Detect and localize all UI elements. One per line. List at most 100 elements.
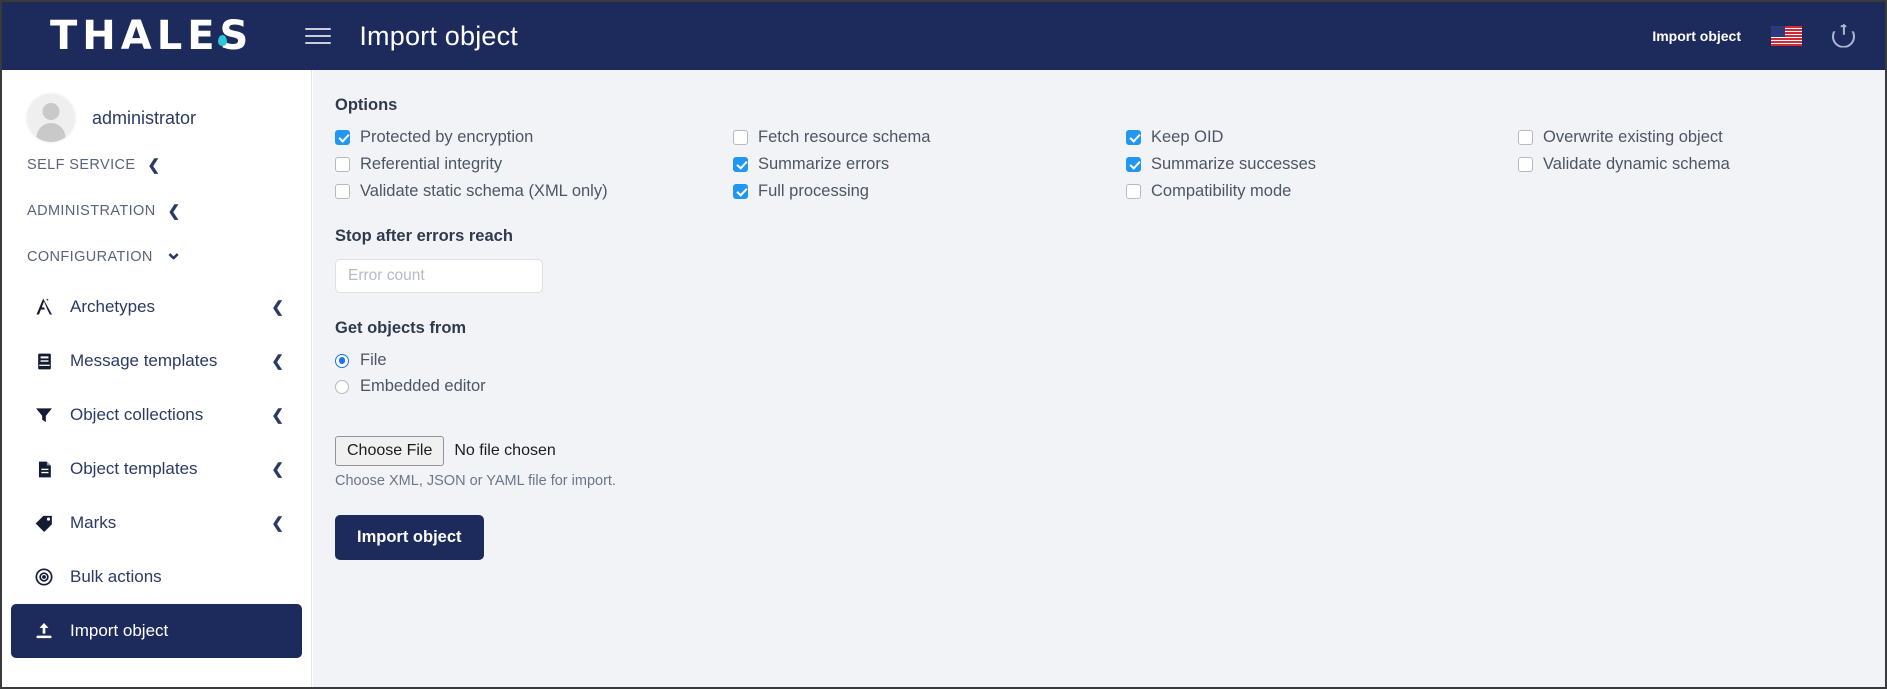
sidebar-item-archetypes[interactable]: Archetypes <box>11 280 302 334</box>
archetype-a-icon <box>33 296 55 318</box>
topbar-import-object-link[interactable]: Import object <box>1652 28 1741 44</box>
sidebar-item-bulk-actions[interactable]: Bulk actions <box>11 550 302 604</box>
power-icon[interactable] <box>1832 23 1855 48</box>
checkbox-box[interactable] <box>1126 157 1141 172</box>
sidebar-item-label: Marks <box>70 513 117 532</box>
radio-circle[interactable] <box>335 353 349 368</box>
checkbox-overwrite-existing-object[interactable]: Overwrite existing object <box>1518 128 1885 147</box>
checkbox-box[interactable] <box>733 184 748 199</box>
file-chooser-block: Choose File No file chosen Choose XML, J… <box>335 436 1885 489</box>
checkbox-label: Validate dynamic schema <box>1543 155 1730 173</box>
options-column-1: Protected by encryption Referential inte… <box>335 128 733 201</box>
checkbox-summarize-errors[interactable]: Summarize errors <box>733 155 1126 174</box>
radio-source-embedded-editor[interactable]: Embedded editor <box>335 377 1885 396</box>
user-avatar-icon <box>27 94 75 142</box>
sidebar-item-label: Message templates <box>70 351 218 370</box>
target-icon <box>33 566 55 588</box>
chevron-left-icon <box>271 405 284 425</box>
sidebar-item-label: Object collections <box>70 405 204 424</box>
checkbox-box[interactable] <box>1126 184 1141 199</box>
checkbox-box[interactable] <box>733 130 748 145</box>
chevron-left-icon <box>271 459 284 479</box>
chevron-down-icon <box>165 245 183 270</box>
upload-icon <box>33 620 55 642</box>
checkbox-label: Referential integrity <box>360 155 503 173</box>
checkbox-summarize-successes[interactable]: Summarize successes <box>1126 155 1518 174</box>
sidebar-item-message-templates[interactable]: Message templates <box>11 334 302 388</box>
choose-file-button[interactable]: Choose File <box>335 436 445 466</box>
checkbox-label: Keep OID <box>1151 128 1224 146</box>
import-object-submit-button[interactable]: Import object <box>335 515 484 560</box>
checkbox-validate-dynamic-schema[interactable]: Validate dynamic schema <box>1518 155 1885 174</box>
checkbox-box[interactable] <box>1518 157 1533 172</box>
stop-after-errors-title: Stop after errors reach <box>335 227 513 245</box>
checkbox-label: Summarize errors <box>758 155 890 173</box>
logo-accent-dot-icon <box>218 35 227 46</box>
book-icon <box>33 350 55 372</box>
sidebar: administrator SELF SERVICE ADMINISTRATIO… <box>2 70 312 687</box>
checkbox-referential-integrity[interactable]: Referential integrity <box>335 155 733 174</box>
hamburger-bar <box>305 35 332 37</box>
hamburger-icon[interactable] <box>305 25 332 47</box>
radio-label: File <box>360 351 387 369</box>
get-objects-from-title: Get objects from <box>335 319 467 337</box>
sidebar-item-marks[interactable]: Marks <box>11 496 302 550</box>
us-flag-icon[interactable] <box>1771 26 1802 46</box>
chevron-left-icon <box>148 156 161 175</box>
options-column-2: Fetch resource schema Summarize errors F… <box>733 128 1126 201</box>
sidebar-item-object-collections[interactable]: Object collections <box>11 388 302 442</box>
chevron-left-icon <box>271 297 284 317</box>
checkbox-label: Validate static schema (XML only) <box>360 182 608 200</box>
checkbox-box[interactable] <box>335 157 350 172</box>
chevron-left-icon <box>271 351 284 371</box>
chevron-left-icon <box>168 202 181 221</box>
checkbox-validate-static-schema[interactable]: Validate static schema (XML only) <box>335 182 733 201</box>
stop-after-errors-block: Stop after errors reach <box>335 227 1885 293</box>
checkbox-label: Full processing <box>758 182 869 200</box>
radio-circle[interactable] <box>335 379 349 394</box>
checkbox-label: Summarize successes <box>1151 155 1317 173</box>
hamburger-bar <box>305 42 332 44</box>
options-column-3: Keep OID Summarize successes Compatibili… <box>1126 128 1518 201</box>
funnel-icon <box>33 404 55 426</box>
checkbox-label: Fetch resource schema <box>758 128 931 146</box>
options-column-4: Overwrite existing object Validate dynam… <box>1518 128 1885 201</box>
checkbox-box[interactable] <box>733 157 748 172</box>
checkbox-protected-by-encryption[interactable]: Protected by encryption <box>335 128 733 147</box>
file-status-label: No file chosen <box>454 442 556 459</box>
file-input-row: Choose File No file chosen <box>335 436 1885 466</box>
checkbox-fetch-resource-schema[interactable]: Fetch resource schema <box>733 128 1126 147</box>
checkbox-label: Protected by encryption <box>360 128 534 146</box>
sidebar-item-import-object[interactable]: Import object <box>11 604 302 658</box>
sidebar-section-configuration[interactable]: CONFIGURATION <box>2 234 311 280</box>
sidebar-section-label: ADMINISTRATION <box>27 203 156 219</box>
checkbox-box[interactable] <box>335 184 350 199</box>
sidebar-user[interactable]: administrator <box>2 70 311 142</box>
sidebar-item-label: Archetypes <box>70 297 156 316</box>
get-objects-from-block: Get objects from File Embedded editor <box>335 319 1885 396</box>
checkbox-label: Overwrite existing object <box>1543 128 1723 146</box>
checkbox-compatibility-mode[interactable]: Compatibility mode <box>1126 182 1518 201</box>
sidebar-section-label: CONFIGURATION <box>27 249 153 265</box>
tag-icon <box>33 512 55 534</box>
sidebar-section-administration[interactable]: ADMINISTRATION <box>2 188 311 234</box>
checkbox-full-processing[interactable]: Full processing <box>733 182 1126 201</box>
radio-source-file[interactable]: File <box>335 351 1885 370</box>
sidebar-item-label: Object templates <box>70 459 198 478</box>
checkbox-keep-oid[interactable]: Keep OID <box>1126 128 1518 147</box>
file-hint-text: Choose XML, JSON or YAML file for import… <box>335 473 616 489</box>
sidebar-section-self-service[interactable]: SELF SERVICE <box>2 142 311 188</box>
options-title: Options <box>335 96 398 114</box>
checkbox-box[interactable] <box>335 130 350 145</box>
checkbox-label: Compatibility mode <box>1151 182 1292 200</box>
checkbox-box[interactable] <box>1518 130 1533 145</box>
error-count-input[interactable] <box>335 259 543 293</box>
thales-logo[interactable]: THALES <box>50 13 253 59</box>
application-window: THALES Import object Import object admin… <box>0 0 1887 689</box>
checkbox-box[interactable] <box>1126 130 1141 145</box>
top-bar: THALES Import object Import object <box>2 2 1885 70</box>
sidebar-item-object-templates[interactable]: Object templates <box>11 442 302 496</box>
page-title: Import object <box>359 20 519 51</box>
options-grid: Protected by encryption Referential inte… <box>335 128 1885 201</box>
document-icon <box>33 458 55 480</box>
